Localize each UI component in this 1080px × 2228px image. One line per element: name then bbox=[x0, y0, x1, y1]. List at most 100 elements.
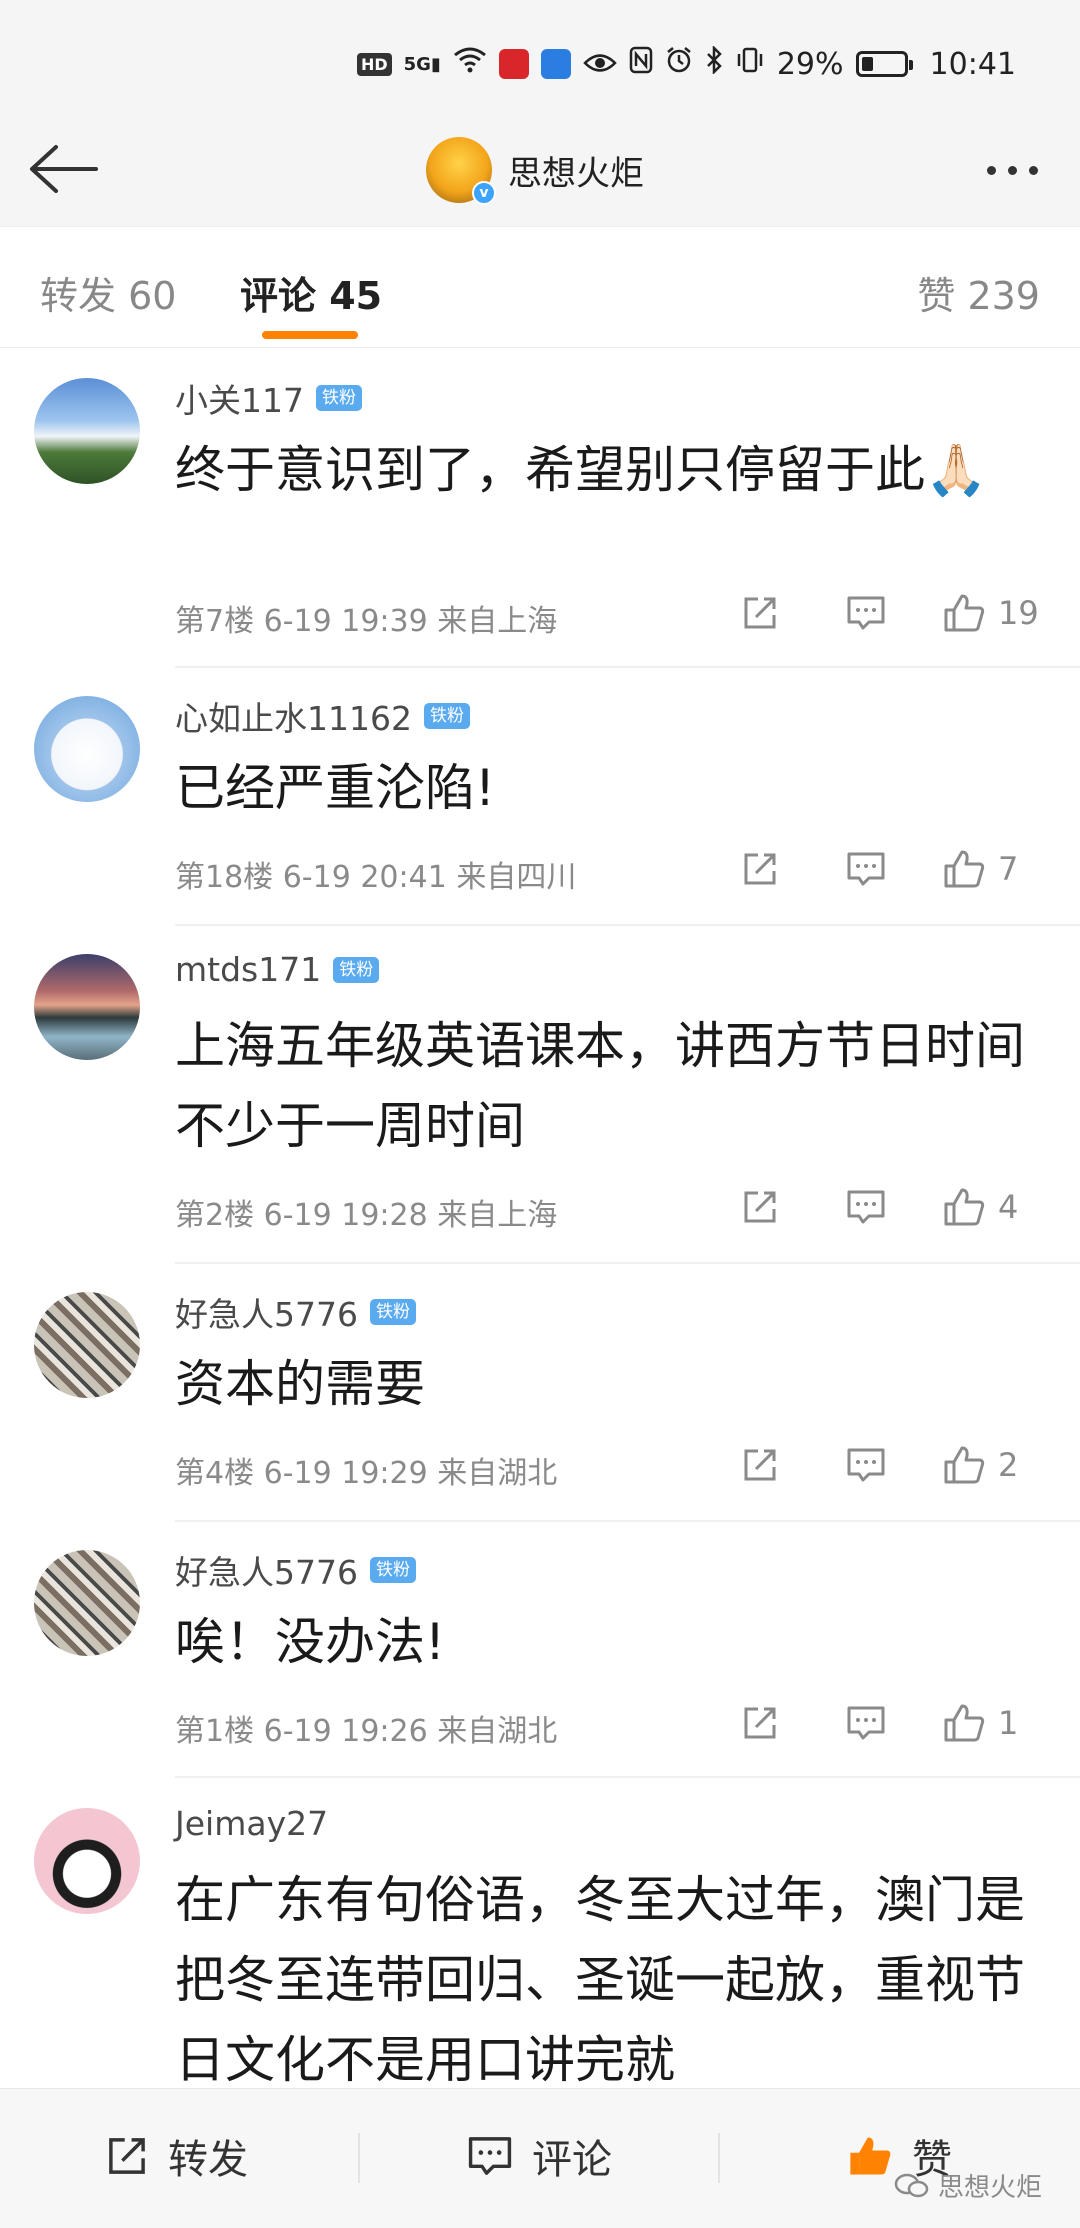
watermark: 思想火炬 bbox=[894, 2167, 1042, 2204]
comment-item: 好急人5776 铁粉 资本的需要 第4楼 6-19 19:29 来自湖北 2 bbox=[0, 1264, 1080, 1522]
fan-badge: 铁粉 bbox=[316, 385, 362, 411]
thumbs-up-icon bbox=[944, 1446, 985, 1484]
comment-actions: 7 bbox=[730, 848, 1046, 890]
comment-text: 已经严重沦陷! bbox=[175, 759, 496, 817]
username[interactable]: 好急人5776 bbox=[175, 1288, 358, 1336]
comment-item: 心如止水11162 铁粉 已经严重沦陷! 第18楼 6-19 20:41 来自四… bbox=[0, 668, 1080, 926]
username[interactable]: 心如止水11162 bbox=[175, 692, 412, 740]
share-button[interactable] bbox=[730, 1445, 790, 1485]
avatar[interactable] bbox=[34, 378, 140, 484]
username[interactable]: mtds171 bbox=[175, 950, 321, 989]
signal-icon: 5G▮ bbox=[403, 53, 441, 75]
share-button[interactable] bbox=[730, 1703, 790, 1743]
like-button[interactable]: 1 bbox=[942, 1702, 1046, 1744]
share-icon bbox=[744, 853, 776, 885]
separator bbox=[358, 2133, 360, 2183]
comment-text: 唉！没办法! bbox=[175, 1613, 446, 1671]
comment-icon bbox=[847, 1706, 885, 1740]
nfc-icon bbox=[629, 46, 653, 82]
comment-actions: 1 bbox=[730, 1702, 1046, 1744]
back-arrow-icon bbox=[30, 145, 98, 193]
share-button[interactable] bbox=[730, 593, 790, 633]
comment-text: 在广东有句俗语，冬至大过年，澳门是把冬至连带回归、圣诞一起放，重视节日文化不是用… bbox=[175, 1871, 1025, 2089]
battery-fill bbox=[861, 57, 874, 71]
tab-likes[interactable]: 赞 239 bbox=[917, 265, 1040, 320]
comment-icon bbox=[468, 2137, 512, 2175]
account-header[interactable]: v 思想火炬 bbox=[426, 130, 644, 210]
comment-icon bbox=[847, 852, 885, 886]
comment-list: 小关117 铁粉 终于意识到了，希望别只停留于此🙏🏻 第7楼 6-19 19:3… bbox=[0, 348, 1080, 2178]
avatar[interactable] bbox=[34, 696, 140, 802]
account-avatar[interactable]: v bbox=[426, 137, 496, 205]
repost-label: 转发 bbox=[168, 2137, 248, 2183]
comment-icon bbox=[847, 596, 885, 630]
share-icon bbox=[744, 1191, 776, 1223]
username[interactable]: Jeimay27 bbox=[175, 1804, 328, 1843]
wechat-icon bbox=[894, 2173, 929, 2197]
comment-actions: 4 bbox=[730, 1186, 1046, 1228]
share-button[interactable] bbox=[730, 1187, 790, 1227]
comment-meta: 第1楼 6-19 19:26 来自湖北 bbox=[175, 1714, 558, 1749]
comment-meta: 第7楼 6-19 19:39 来自上海 bbox=[175, 604, 558, 639]
vibrate-icon bbox=[735, 46, 765, 82]
share-button[interactable] bbox=[730, 849, 790, 889]
comment-icon bbox=[847, 1448, 885, 1482]
comment-text: 上海五年级英语课本，讲西方节日时间不少于一周时间 bbox=[175, 1017, 1025, 1155]
verified-icon: v bbox=[472, 181, 496, 205]
thumbs-up-filled-icon bbox=[850, 2137, 891, 2175]
username[interactable]: 好急人5776 bbox=[175, 1546, 358, 1594]
comment-icon bbox=[847, 1190, 885, 1224]
avatar[interactable] bbox=[34, 1808, 140, 1914]
fan-badge: 铁粉 bbox=[369, 1299, 416, 1325]
comment-meta: 第4楼 6-19 19:29 来自湖北 bbox=[175, 1456, 558, 1491]
reply-button[interactable] bbox=[836, 1704, 896, 1742]
reply-button[interactable] bbox=[836, 1446, 896, 1484]
like-button[interactable]: 7 bbox=[942, 848, 1046, 890]
comment-item: 好急人5776 铁粉 唉！没办法! 第1楼 6-19 19:26 来自湖北 1 bbox=[0, 1522, 1080, 1778]
comment-item: 小关117 铁粉 终于意识到了，希望别只停留于此🙏🏻 第7楼 6-19 19:3… bbox=[0, 348, 1080, 668]
battery-percent: 29% bbox=[776, 46, 844, 82]
avatar[interactable] bbox=[34, 1292, 140, 1398]
username[interactable]: 小关117 bbox=[175, 374, 304, 422]
like-button[interactable]: 19 bbox=[942, 592, 1046, 634]
like-count: 1 bbox=[998, 1704, 1019, 1742]
comment-author: mtds171 铁粉 bbox=[175, 950, 380, 989]
avatar[interactable] bbox=[34, 1550, 140, 1656]
comment-button[interactable]: 评论 bbox=[466, 2127, 612, 2185]
tab-comments[interactable]: 评论 45 bbox=[240, 265, 382, 320]
comment-author: Jeimay27 bbox=[175, 1804, 328, 1843]
reply-button[interactable] bbox=[836, 594, 896, 632]
separator bbox=[718, 2133, 720, 2183]
reply-button[interactable] bbox=[836, 1188, 896, 1226]
comment-label: 评论 bbox=[532, 2137, 612, 2183]
comment-actions: 19 bbox=[730, 592, 1046, 634]
comment-item: mtds171 铁粉 上海五年级英语课本，讲西方节日时间不少于一周时间 第2楼 … bbox=[0, 926, 1080, 1264]
fan-badge: 铁粉 bbox=[333, 956, 380, 983]
back-button[interactable] bbox=[24, 134, 104, 204]
repost-button[interactable]: 转发 bbox=[104, 2127, 248, 2185]
share-icon bbox=[744, 597, 776, 629]
comment-author: 心如止水11162 铁粉 bbox=[175, 692, 470, 740]
share-icon bbox=[744, 1449, 776, 1481]
share-icon bbox=[744, 1707, 776, 1739]
comment-text: 终于意识到了，希望别只停留于此🙏🏻 bbox=[175, 441, 988, 499]
app-notification-icon bbox=[540, 49, 571, 79]
eye-icon bbox=[583, 47, 617, 82]
tab-bar: 转发 60 评论 45 赞 239 bbox=[0, 226, 1080, 348]
like-count: 4 bbox=[998, 1188, 1019, 1226]
like-button[interactable]: 4 bbox=[942, 1186, 1046, 1228]
more-options-button[interactable] bbox=[972, 140, 1052, 200]
top-nav: v 思想火炬 bbox=[0, 120, 1080, 226]
share-icon bbox=[109, 2138, 145, 2174]
like-count: 19 bbox=[998, 594, 1039, 632]
weibo-app-icon bbox=[498, 49, 529, 79]
account-name[interactable]: 思想火炬 bbox=[508, 146, 644, 195]
tab-reposts[interactable]: 转发 60 bbox=[40, 265, 176, 320]
comment-author: 小关117 铁粉 bbox=[175, 374, 362, 422]
hd-indicator: HD bbox=[356, 52, 392, 76]
like-count: 7 bbox=[998, 850, 1019, 888]
like-button[interactable]: 2 bbox=[942, 1444, 1046, 1486]
comment-actions: 2 bbox=[730, 1444, 1046, 1486]
reply-button[interactable] bbox=[836, 850, 896, 888]
avatar[interactable] bbox=[34, 954, 140, 1060]
